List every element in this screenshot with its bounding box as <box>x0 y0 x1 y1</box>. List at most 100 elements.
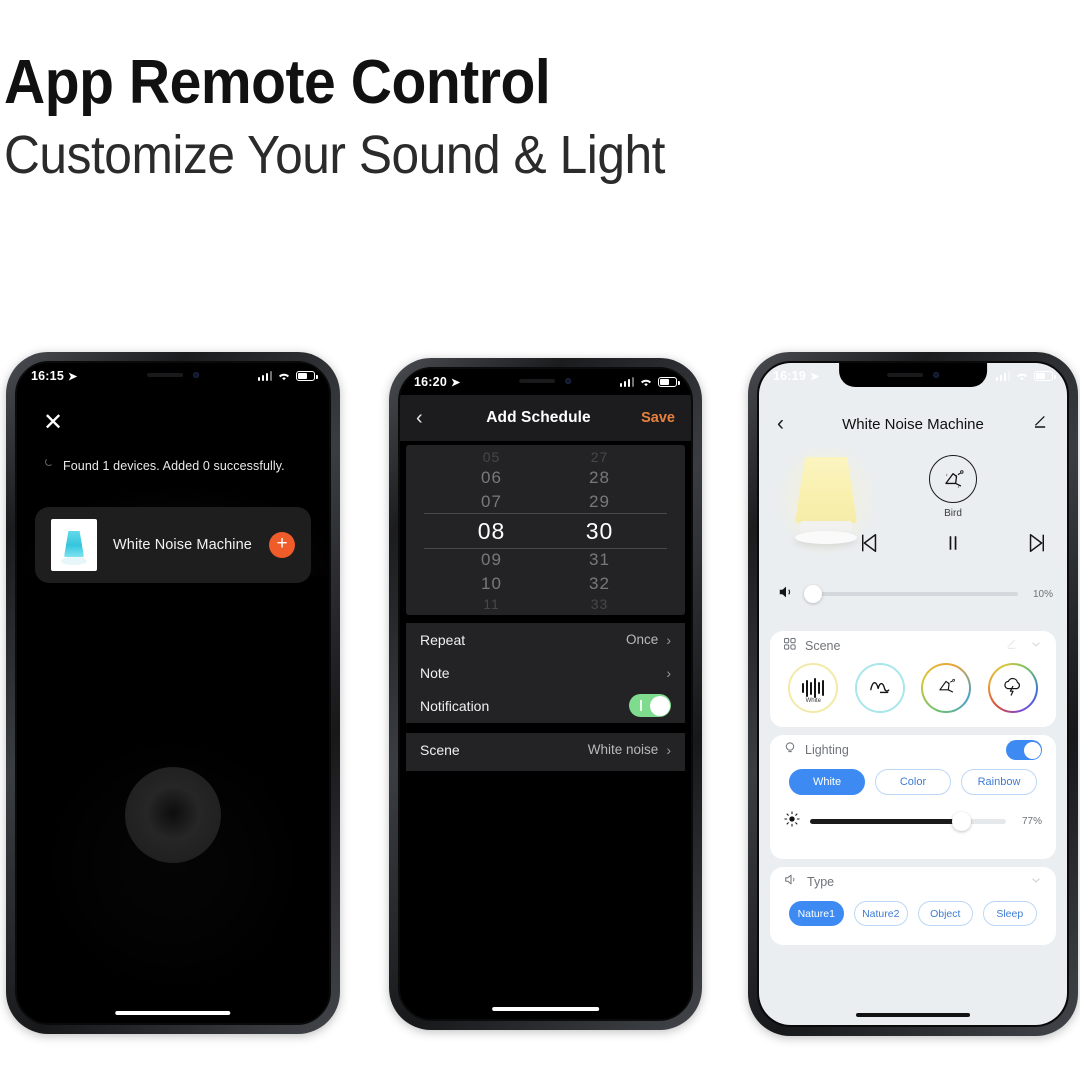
lighting-mode-white[interactable]: White <box>789 769 865 795</box>
type-option-object[interactable]: Object <box>918 901 973 926</box>
type-card-title: Type <box>807 875 835 889</box>
grid-icon <box>783 637 796 655</box>
minute-option[interactable]: 27 <box>569 449 631 466</box>
home-indicator[interactable] <box>491 1006 600 1011</box>
minute-option[interactable]: 31 <box>569 548 631 572</box>
type-option-sleep[interactable]: Sleep <box>982 901 1037 926</box>
back-button[interactable]: ‹ <box>416 407 446 430</box>
bulb-icon <box>784 741 796 760</box>
scene-option-bird[interactable] <box>921 663 971 713</box>
thunder-cloud-icon <box>1000 674 1026 703</box>
time-picker[interactable]: 05 06 07 08 09 10 11 27 28 29 30 31 32 3… <box>406 445 685 615</box>
volume-value: 10% <box>1032 588 1053 600</box>
chevron-down-icon[interactable] <box>1030 873 1042 891</box>
save-button[interactable]: Save <box>631 410 675 426</box>
scene-option-label: White <box>805 698 821 704</box>
hour-option[interactable]: 10 <box>461 572 523 596</box>
scene-option-wave[interactable] <box>854 663 905 713</box>
close-icon[interactable]: ✕ <box>43 411 63 435</box>
minute-option[interactable]: 33 <box>569 596 631 613</box>
repeat-row[interactable]: Repeat Once › <box>406 623 685 656</box>
device-name: White Noise Machine <box>113 537 252 553</box>
current-scene-label: Bird <box>944 508 962 519</box>
scene-row[interactable]: Scene White noise › <box>406 733 685 766</box>
scan-center-dot <box>125 767 221 863</box>
hour-wheel[interactable]: 05 06 07 08 09 10 11 <box>461 449 523 613</box>
svg-text:♪: ♪ <box>957 484 959 489</box>
lighting-toggle[interactable] <box>1006 740 1042 760</box>
volume-slider-knob[interactable] <box>804 585 822 603</box>
scan-ripple <box>23 715 323 1015</box>
lighting-mode-rainbow[interactable]: Rainbow <box>961 769 1037 795</box>
pencil-icon[interactable] <box>1006 637 1018 655</box>
notch <box>98 363 248 387</box>
chevron-right-icon: › <box>666 664 671 681</box>
scene-option-white[interactable]: White <box>788 663 839 713</box>
next-track-button[interactable] <box>1025 531 1049 560</box>
type-option-nature2[interactable]: Nature2 <box>853 901 908 926</box>
volume-slider-track[interactable] <box>804 585 1018 603</box>
play-pause-button[interactable] <box>942 532 964 559</box>
brightness-value: 77% <box>1021 816 1042 827</box>
minute-wheel[interactable]: 27 28 29 30 31 32 33 <box>569 449 631 613</box>
hour-option[interactable]: 05 <box>461 449 523 466</box>
hour-option[interactable]: 11 <box>461 596 523 613</box>
note-label: Note <box>420 664 450 681</box>
brightness-icon <box>784 811 800 832</box>
repeat-value: Once <box>626 632 659 647</box>
transport-controls <box>857 531 1049 560</box>
hour-option[interactable]: 06 <box>461 466 523 490</box>
battery-icon <box>296 371 318 381</box>
phone3-screen: 16:19 ➤ ‹ White Noise Machine ♪ ♪ Bird 1… <box>759 363 1067 1025</box>
chevron-down-icon[interactable] <box>1030 637 1042 655</box>
scene-card-header: Scene <box>770 631 1056 661</box>
note-row[interactable]: Note › <box>406 656 685 689</box>
front-camera-icon <box>932 372 939 378</box>
pencil-edit-icon[interactable] <box>1023 413 1049 435</box>
scene-value: White noise <box>587 742 659 757</box>
lighting-mode-color[interactable]: Color <box>875 769 951 795</box>
back-button[interactable]: ‹ <box>777 412 803 436</box>
home-indicator[interactable] <box>856 1012 970 1017</box>
battery-icon <box>1034 371 1056 381</box>
type-option-nature1[interactable]: Nature1 <box>789 901 844 926</box>
earpiece-speaker <box>519 379 556 383</box>
minute-option[interactable]: 29 <box>569 490 631 514</box>
minute-option[interactable]: 32 <box>569 572 631 596</box>
phone2-nav-bar: ‹ Add Schedule Save <box>400 395 691 441</box>
notification-label: Notification <box>420 697 490 714</box>
minute-option-selected[interactable]: 30 <box>569 514 631 548</box>
volume-control[interactable]: 10% <box>777 581 1053 607</box>
phone1-screen: 16:15 ➤ ✕ Found 1 devices. Added 0 succe… <box>17 363 329 1023</box>
front-camera-icon <box>565 378 572 384</box>
poster-root: App Remote Control Customize Your Sound … <box>0 0 1080 1079</box>
lighting-mode-group: White Color Rainbow <box>770 765 1056 795</box>
notification-row[interactable]: Notification <box>406 689 685 722</box>
notification-toggle[interactable] <box>629 694 671 717</box>
discovered-device-row[interactable]: White Noise Machine + <box>35 507 311 583</box>
status-time: 16:19 <box>773 369 806 383</box>
type-option-group: Nature1 Nature2 Object Sleep <box>770 897 1056 926</box>
current-scene-button[interactable]: ♪ ♪ Bird <box>903 455 1003 519</box>
hour-option[interactable]: 09 <box>461 548 523 572</box>
bird-icon: ♪ ♪ <box>929 455 977 503</box>
scene-card: Scene White <box>770 631 1056 727</box>
previous-track-button[interactable] <box>857 531 881 560</box>
brightness-slider-track[interactable] <box>810 812 1006 831</box>
page-subtitle: Customize Your Sound & Light <box>4 125 666 185</box>
svg-text:♪: ♪ <box>946 472 948 477</box>
brightness-control[interactable]: 77% <box>770 795 1056 832</box>
brightness-slider-knob[interactable] <box>951 812 971 831</box>
waveform-icon <box>802 678 825 698</box>
hour-option[interactable]: 07 <box>461 490 523 514</box>
minute-option[interactable]: 28 <box>569 466 631 490</box>
location-arrow-icon: ➤ <box>67 370 78 383</box>
phone-mockup-1: 16:15 ➤ ✕ Found 1 devices. Added 0 succe… <box>6 352 340 1034</box>
add-device-button[interactable]: + <box>269 532 295 558</box>
type-card-header: Type <box>770 867 1056 897</box>
hour-option-selected[interactable]: 08 <box>461 514 523 548</box>
home-indicator[interactable] <box>115 1010 231 1015</box>
discovery-status-text: Found 1 devices. Added 0 successfully. <box>63 459 285 473</box>
scene-option-thunder[interactable] <box>988 663 1038 713</box>
wifi-icon <box>641 379 651 386</box>
